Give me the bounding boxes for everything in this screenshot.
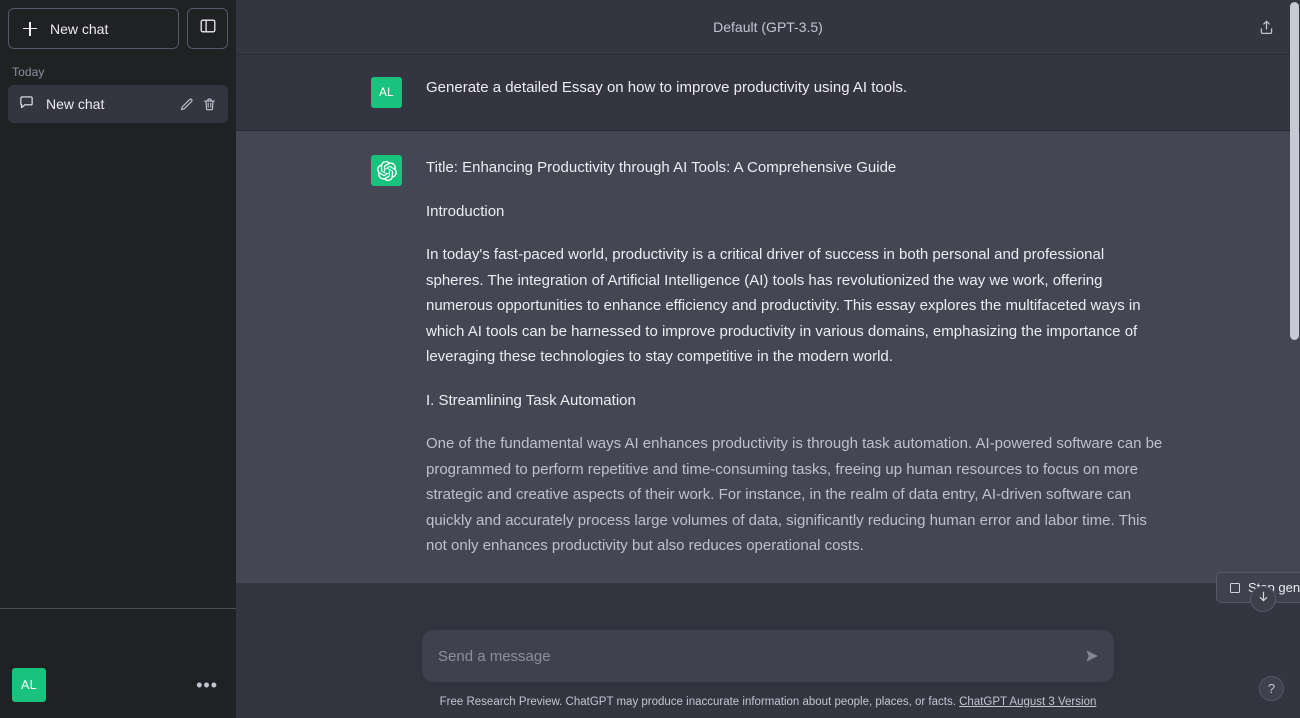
send-paper-plane-icon[interactable] [1084, 648, 1100, 664]
trash-icon[interactable] [202, 97, 217, 112]
sidebar-toggle-button[interactable] [187, 8, 228, 49]
chat-history-item-label: New chat [46, 96, 167, 112]
account-row[interactable]: AL ••• [8, 668, 228, 702]
question-mark-icon: ? [1268, 681, 1275, 696]
main-panel: Default (GPT-3.5) AL Generate a detailed… [236, 0, 1300, 718]
new-chat-button[interactable]: New chat [8, 8, 179, 49]
pencil-icon[interactable] [179, 97, 194, 112]
user-avatar: AL [371, 77, 402, 108]
plus-icon [22, 21, 38, 37]
avatar: AL [12, 668, 46, 702]
chat-history-item[interactable]: New chat [8, 85, 228, 123]
message-row-user: AL Generate a detailed Essay on how to i… [236, 55, 1300, 131]
sidebar-footer: AL ••• [0, 608, 236, 718]
composer-zone: Free Research Preview. ChatGPT may produ… [236, 624, 1300, 718]
assistant-paragraph-title: Title: Enhancing Productivity through AI… [426, 155, 1163, 181]
assistant-paragraph-heading-intro: Introduction [426, 199, 1163, 225]
chat-item-actions [179, 97, 217, 112]
conversation-thread[interactable]: AL Generate a detailed Essay on how to i… [236, 55, 1300, 624]
stop-square-icon [1230, 583, 1240, 593]
message-bubble-icon [19, 95, 34, 113]
assistant-paragraph-intro-body: In today's fast-paced world, productivit… [426, 242, 1163, 370]
ellipsis-icon[interactable]: ••• [196, 676, 224, 694]
message-row-assistant: Title: Enhancing Productivity through AI… [236, 131, 1300, 583]
sidebar-toggle-icon [200, 18, 216, 39]
footer-disclaimer: Free Research Preview. ChatGPT may produ… [236, 682, 1300, 708]
version-link[interactable]: ChatGPT August 3 Version [959, 696, 1096, 708]
arrow-down-icon [1257, 590, 1270, 608]
user-message-text: Generate a detailed Essay on how to impr… [426, 77, 1163, 108]
sidebar-top-actions: New chat [0, 0, 236, 49]
model-title: Default (GPT-3.5) [713, 19, 823, 35]
new-chat-label: New chat [50, 21, 108, 37]
chat-history-list[interactable]: Today New chat [0, 49, 236, 608]
openai-logo-icon [371, 155, 402, 186]
message-input[interactable] [438, 630, 1068, 682]
assistant-paragraph-section1-body: One of the fundamental ways AI enhances … [426, 431, 1163, 559]
scrollbar-thumb[interactable] [1290, 2, 1299, 340]
chatgpt-app: New chat Today New chat [0, 0, 1300, 718]
top-bar: Default (GPT-3.5) [236, 0, 1300, 55]
assistant-message-text: Title: Enhancing Productivity through AI… [426, 155, 1163, 559]
composer[interactable] [422, 630, 1114, 682]
history-group-label: Today [8, 59, 228, 85]
footer-disclaimer-text: Free Research Preview. ChatGPT may produ… [440, 696, 956, 708]
help-button[interactable]: ? [1259, 676, 1284, 701]
share-upload-icon[interactable] [1254, 15, 1278, 39]
sidebar: New chat Today New chat [0, 0, 236, 718]
assistant-paragraph-heading-section1: I. Streamlining Task Automation [426, 388, 1163, 414]
scroll-to-bottom-button[interactable] [1250, 586, 1276, 612]
